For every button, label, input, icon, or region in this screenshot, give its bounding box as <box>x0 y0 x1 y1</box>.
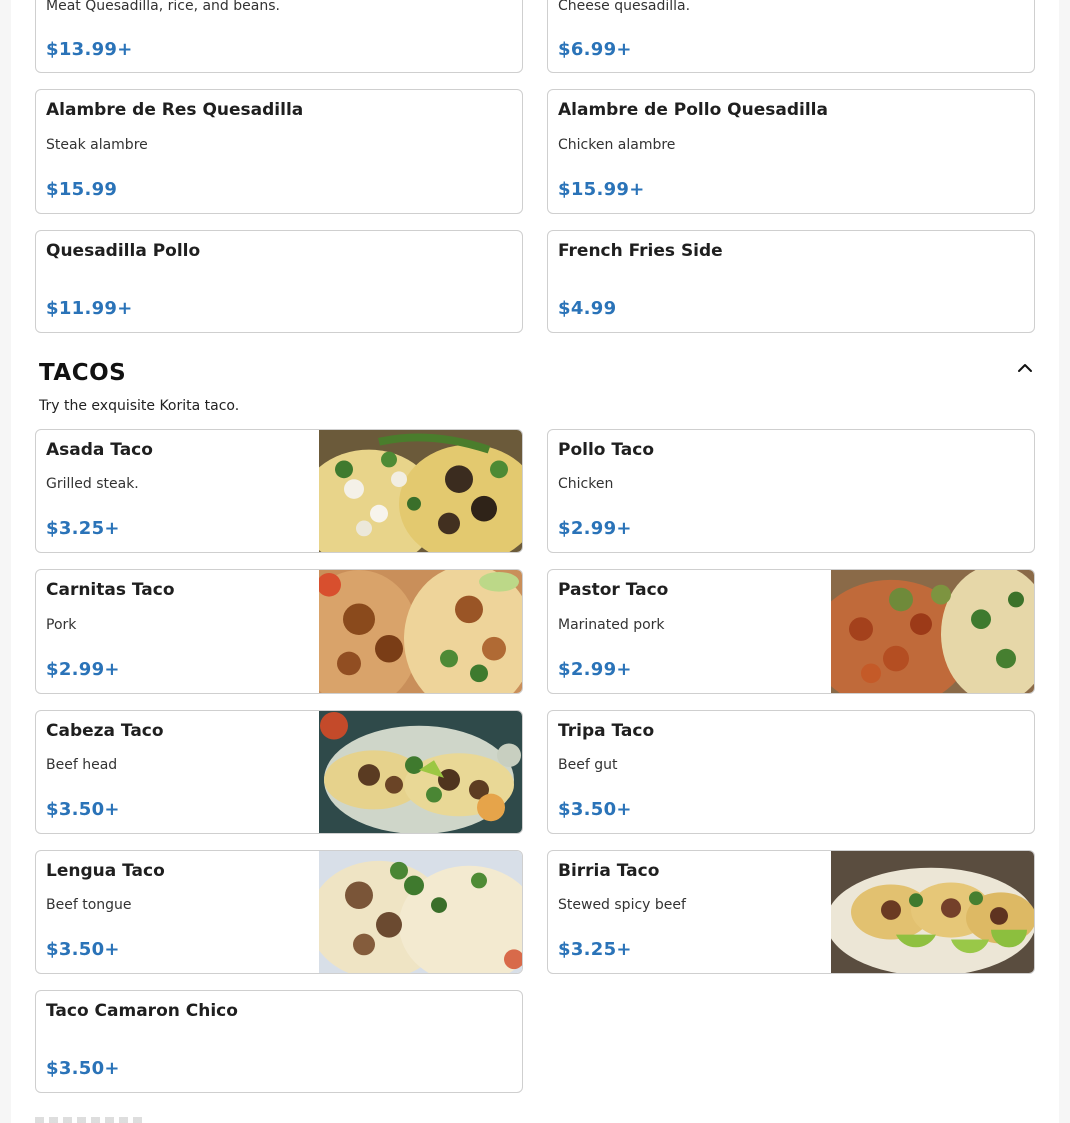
item-description: Chicken alambre <box>558 137 676 153</box>
item-price: $2.99+ <box>558 518 632 539</box>
menu-item-card[interactable]: Carnitas Taco Pork $2.99+ <box>35 569 523 694</box>
item-description: Pork <box>46 617 77 633</box>
item-description: Beef head <box>46 757 118 773</box>
menu-item-card[interactable]: Pollo Taco Chicken $2.99+ <box>547 429 1035 553</box>
item-description: Marinated pork <box>558 617 665 633</box>
item-name: Birria Taco <box>558 861 660 881</box>
menu-item-card[interactable]: Cabeza Taco Beef head $3.50+ <box>35 710 523 834</box>
item-description: Steak alambre <box>46 137 148 153</box>
item-name: Pastor Taco <box>558 580 669 600</box>
menu-item-card[interactable]: Asada Taco Grilled steak. $3.25+ <box>35 429 523 553</box>
asada-taco-photo <box>319 430 522 552</box>
section-title: TACOS <box>39 360 127 386</box>
item-name: Asada Taco <box>46 440 153 460</box>
menu-item-card[interactable]: Alambre de Res Quesadilla Steak alambre … <box>35 89 523 214</box>
item-price: $3.50+ <box>46 799 120 820</box>
item-price: $4.99 <box>558 298 617 319</box>
cabeza-taco-photo <box>319 711 522 833</box>
item-description: Beef tongue <box>46 897 132 913</box>
menu-item-card[interactable]: Pastor Taco Marinated pork $2.99+ <box>547 569 1035 694</box>
menu-item-card[interactable]: Tripa Taco Beef gut $3.50+ <box>547 710 1035 834</box>
item-name: Carnitas Taco <box>46 580 175 600</box>
item-description: Meat Quesadilla, rice, and beans. <box>46 0 280 14</box>
collapse-section-button[interactable] <box>1014 357 1036 379</box>
item-name: Alambre de Pollo Quesadilla <box>558 100 828 120</box>
item-price: $3.25+ <box>558 939 632 960</box>
item-price: $11.99+ <box>46 298 133 319</box>
item-description: Beef gut <box>558 757 618 773</box>
menu-item-card[interactable]: Alambre de Pollo Quesadilla Chicken alam… <box>547 89 1035 214</box>
item-description: Stewed spicy beef <box>558 897 686 913</box>
item-name: Cabeza Taco <box>46 721 164 741</box>
menu-item-card[interactable]: Quesadilla Pollo $11.99+ <box>35 230 523 333</box>
item-name: French Fries Side <box>558 241 723 261</box>
item-description: Cheese quesadilla. <box>558 0 691 14</box>
carnitas-taco-photo <box>319 570 522 693</box>
item-price: $6.99+ <box>558 39 632 60</box>
menu-item-card[interactable]: French Fries Side $4.99 <box>547 230 1035 333</box>
item-price: $13.99+ <box>46 39 133 60</box>
item-description: Grilled steak. <box>46 476 139 492</box>
menu-item-card[interactable]: Cheese quesadilla. $6.99+ <box>547 0 1035 73</box>
item-price: $3.25+ <box>46 518 120 539</box>
item-price: $15.99+ <box>558 179 645 200</box>
item-name: Alambre de Res Quesadilla <box>46 100 304 120</box>
item-name: Lengua Taco <box>46 861 165 881</box>
item-name: Quesadilla Pollo <box>46 241 201 261</box>
chevron-up-icon <box>1018 364 1032 372</box>
item-price: $3.50+ <box>46 1058 120 1079</box>
item-price: $3.50+ <box>46 939 120 960</box>
lengua-taco-photo <box>319 851 522 973</box>
item-price: $3.50+ <box>558 799 632 820</box>
menu-item-card[interactable]: Lengua Taco Beef tongue $3.50+ <box>35 850 523 974</box>
item-name: Tripa Taco <box>558 721 655 741</box>
item-price: $2.99+ <box>46 659 120 680</box>
section-subtitle: Try the exquisite Korita taco. <box>39 398 240 414</box>
item-name: Pollo Taco <box>558 440 655 460</box>
menu-item-card[interactable]: Taco Camaron Chico $3.50+ <box>35 990 523 1093</box>
pastor-taco-photo <box>831 570 1034 693</box>
item-name: Taco Camaron Chico <box>46 1001 238 1021</box>
next-section-title-partial <box>35 1117 145 1123</box>
item-description: Chicken <box>558 476 614 492</box>
menu-item-card[interactable]: Meat Quesadilla, rice, and beans. $13.99… <box>35 0 523 73</box>
item-price: $15.99 <box>46 179 118 200</box>
birria-taco-photo <box>831 851 1034 973</box>
item-price: $2.99+ <box>558 659 632 680</box>
menu-item-card[interactable]: Birria Taco Stewed spicy beef $3.25+ <box>547 850 1035 974</box>
